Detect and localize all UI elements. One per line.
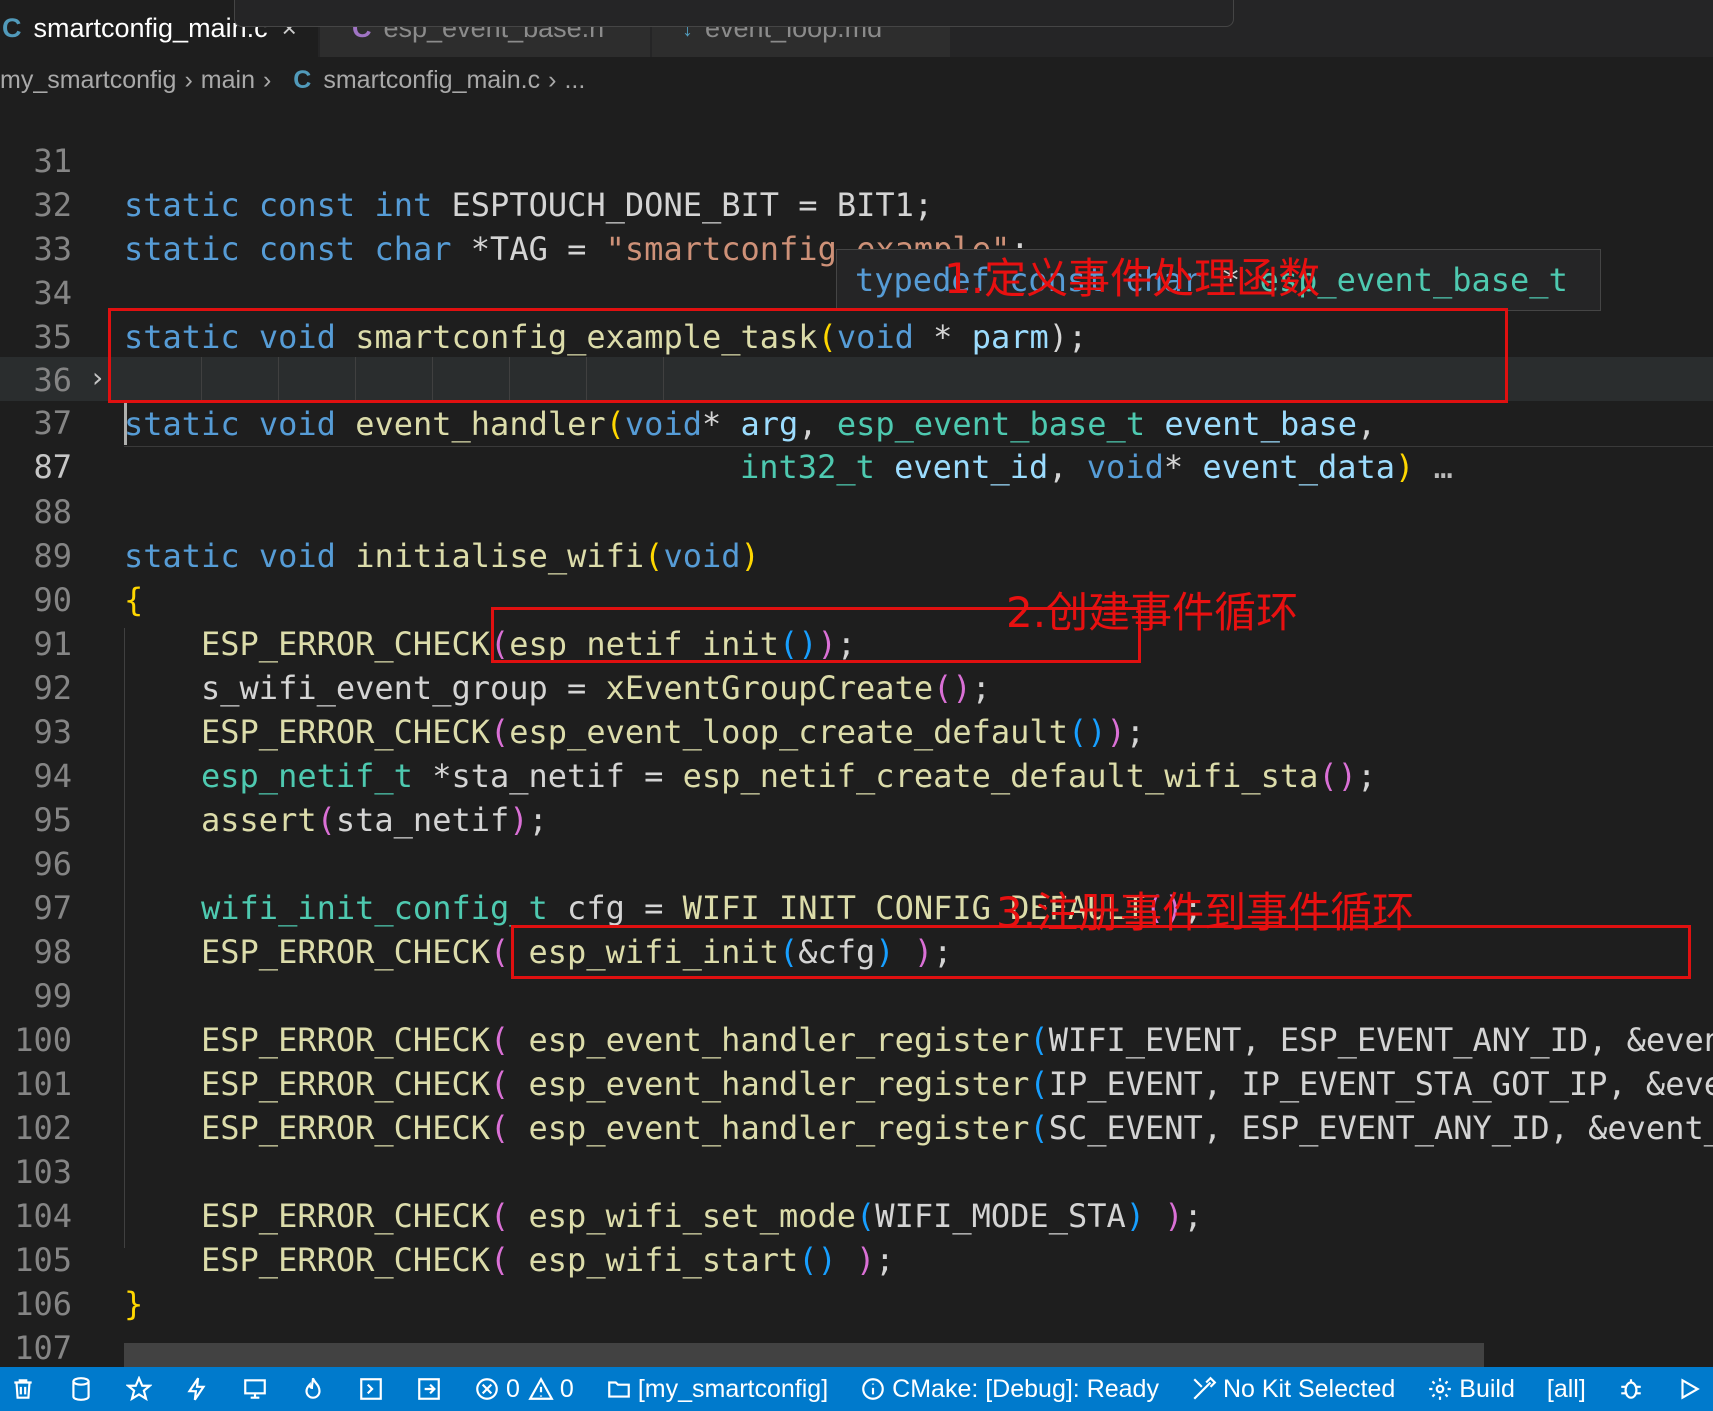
tab-label: smartconfig_main.c [33, 13, 268, 43]
chevron-right-icon: › [548, 65, 557, 94]
code-line: 102 [0, 1062, 1713, 1147]
annotation-label-1: 1.定义事件处理函数 [944, 254, 1321, 303]
info-icon [862, 1378, 884, 1400]
warning-count: 0 [559, 1374, 574, 1403]
project-name: [my_smartconfig] [637, 1374, 829, 1403]
chevron-right-icon: › [262, 65, 272, 94]
code-line: 32 static const char *TAG = "smartconfig… [0, 139, 1713, 268]
code-line: 100 ESP_ERROR_CHECK( esp_event_handler_r… [0, 974, 1713, 1103]
code-line: 106 [0, 1238, 1713, 1323]
breadcrumb-item-symbol[interactable]: ... [564, 66, 585, 95]
code-line: 33 [0, 183, 1713, 268]
kit-label: No Kit Selected [1222, 1374, 1396, 1403]
monitor-icon[interactable] [242, 1376, 268, 1402]
fold-chevron-icon[interactable]: › [92, 361, 103, 394]
warning-icon [528, 1377, 554, 1400]
build-label: Build [1459, 1374, 1515, 1403]
cmake-status[interactable]: CMake: [Debug]: Ready [860, 1375, 1159, 1404]
c-file-icon: C [293, 65, 312, 94]
horizontal-scrollbar[interactable] [124, 1343, 1484, 1367]
code-line: 89 { [0, 490, 1713, 619]
run-task-icon[interactable] [416, 1376, 442, 1402]
flash-icon[interactable] [184, 1376, 210, 1402]
error-count: 0 [506, 1374, 520, 1403]
kit-selector[interactable]: No Kit Selected [1191, 1375, 1395, 1404]
code-line: 93 esp_netif_t *sta_netif = esp_netif_cr… [0, 666, 1713, 795]
code-line: 96 wifi_init_config_t cfg = WIFI_INIT_CO… [0, 798, 1713, 927]
star-icon[interactable] [126, 1376, 152, 1402]
trash-icon[interactable] [10, 1376, 36, 1402]
code-line: 90 ESP_ERROR_CHECK(esp_netif_init()); [0, 534, 1713, 663]
annotation-label-3: 3.注册事件到事件循环 [996, 888, 1415, 937]
code-line: 95 [0, 754, 1713, 839]
annotation-box-1 [108, 308, 1508, 403]
c-file-icon: C [2, 13, 22, 43]
build-target-label: [all] [1546, 1374, 1586, 1403]
database-icon[interactable] [68, 1376, 94, 1402]
flame-icon[interactable] [300, 1376, 326, 1402]
code-line: 88 static void initialise_wifi(void) [0, 446, 1713, 575]
status-bar: 0 0 [my_smartconfig] CMake: [Debug]: Rea… [0, 1367, 1713, 1411]
chevron-right-icon: › [184, 65, 193, 94]
code-line: 107 static void smartconfig_example_task… [0, 1282, 1713, 1367]
code-editor[interactable]: 31 static const int ESPTOUCH_DONE_BIT = … [0, 103, 1713, 1367]
cmake-label: CMake: [Debug]: Ready [892, 1374, 1159, 1403]
breadcrumb: my_smartconfig › main › C smartconfig_ma… [0, 57, 1713, 103]
tools-icon [1193, 1376, 1217, 1400]
annotation-label-2: 2.创建事件循环 [1006, 588, 1299, 637]
project-folder[interactable]: [my_smartconfig] [606, 1375, 828, 1404]
build-target[interactable]: [all] [1547, 1375, 1586, 1404]
build-button[interactable]: Build [1427, 1375, 1515, 1404]
code-line: 98 [0, 886, 1713, 971]
text-cursor [124, 403, 127, 445]
code-line: 97 ESP_ERROR_CHECK( esp_wifi_init(&cfg) … [0, 842, 1713, 971]
code-line: 94 assert(sta_netif); [0, 710, 1713, 839]
code-line: 31 static const int ESPTOUCH_DONE_BIT = … [0, 103, 1713, 224]
debug-icon[interactable] [1618, 1376, 1644, 1402]
terminal-icon[interactable] [358, 1376, 384, 1402]
code-line: 103 ESP_ERROR_CHECK( esp_wifi_set_mode(W… [0, 1106, 1713, 1235]
problems-indicator[interactable]: 0 0 [474, 1375, 574, 1404]
gear-icon [1429, 1378, 1452, 1400]
code-line: 105 } [0, 1194, 1713, 1323]
code-line: 87 [0, 401, 1713, 486]
tab-bar: C smartconfig_main.c × C esp_event_base.… [0, 0, 1713, 57]
code-line: 104 ESP_ERROR_CHECK( esp_wifi_start() ); [0, 1150, 1713, 1279]
breadcrumb-item-file[interactable]: smartconfig_main.c [323, 66, 540, 95]
breadcrumb-item-main[interactable]: main [201, 66, 255, 95]
folder-icon [607, 1381, 630, 1398]
command-center[interactable] [234, 0, 1234, 27]
code-line: 101 ESP_ERROR_CHECK( esp_event_handler_r… [0, 1018, 1713, 1147]
error-icon [476, 1378, 498, 1400]
breadcrumb-item-folder[interactable]: my_smartconfig [0, 66, 176, 95]
run-icon[interactable] [1676, 1376, 1702, 1402]
